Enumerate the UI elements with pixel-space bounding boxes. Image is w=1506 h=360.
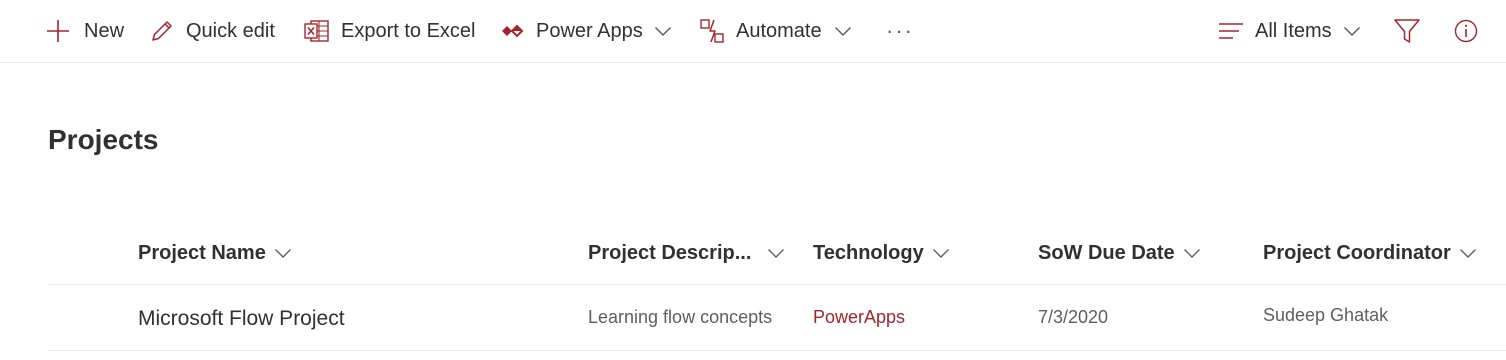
view-switcher[interactable]: All Items xyxy=(1218,0,1361,62)
power-apps-label: Power Apps xyxy=(536,19,643,42)
cell-sow-due-date: 7/3/2020 xyxy=(1038,306,1109,327)
export-to-excel-button[interactable]: Export to Excel xyxy=(304,0,476,62)
chevron-down-icon xyxy=(1183,247,1201,259)
page-title: Projects xyxy=(48,124,159,155)
column-header-label: Technology xyxy=(813,241,924,264)
column-header-label: Project Descrip... xyxy=(588,241,752,264)
quick-edit-button[interactable]: Quick edit xyxy=(150,0,275,62)
column-header-technology[interactable]: Technology xyxy=(813,232,950,274)
automate-icon xyxy=(700,19,724,43)
new-button[interactable]: New xyxy=(46,0,124,62)
automate-menu[interactable]: Automate xyxy=(700,0,852,62)
view-label: All Items xyxy=(1255,19,1332,42)
more-options-button[interactable]: ··· xyxy=(886,0,914,62)
power-apps-icon xyxy=(500,19,524,43)
quick-edit-label: Quick edit xyxy=(186,19,275,42)
column-header-label: Project Coordinator xyxy=(1263,241,1451,264)
column-header-label: Project Name xyxy=(138,241,266,264)
chevron-down-icon xyxy=(654,25,672,37)
column-header-sow-due-date[interactable]: SoW Due Date xyxy=(1038,232,1201,274)
column-header-project-description[interactable]: Project Descrip... xyxy=(588,232,785,274)
column-header-label: SoW Due Date xyxy=(1038,241,1175,264)
list-view-icon xyxy=(1218,21,1244,41)
export-to-excel-label: Export to Excel xyxy=(341,19,476,42)
header-divider xyxy=(48,284,1506,285)
column-header-project-name[interactable]: Project Name xyxy=(138,232,292,274)
row-divider xyxy=(48,350,1506,351)
cell-project-name[interactable]: Microsoft Flow Project xyxy=(138,302,345,336)
filter-icon xyxy=(1394,19,1420,43)
chevron-down-icon xyxy=(932,247,950,259)
power-apps-menu[interactable]: Power Apps xyxy=(500,0,672,62)
column-header-project-coordinator[interactable]: Project Coordinator xyxy=(1263,232,1477,274)
command-bar: New Quick edit Export to Excel Power App… xyxy=(0,0,1506,63)
plus-icon xyxy=(46,19,70,43)
chevron-down-icon xyxy=(767,247,785,259)
excel-icon xyxy=(304,19,330,43)
cell-technology: PowerApps xyxy=(813,306,906,327)
pencil-icon xyxy=(150,19,174,43)
more-options-icon: ··· xyxy=(886,18,914,43)
chevron-down-icon xyxy=(1459,247,1477,259)
chevron-down-icon xyxy=(834,25,852,37)
info-icon xyxy=(1454,19,1478,43)
cell-project-description: Learning flow concepts xyxy=(588,306,773,327)
chevron-down-icon xyxy=(1343,25,1361,37)
automate-label: Automate xyxy=(736,19,822,42)
cell-project-coordinator: Sudeep Ghatak xyxy=(1263,304,1389,325)
new-label: New xyxy=(84,19,125,42)
chevron-down-icon xyxy=(274,247,292,259)
info-button[interactable] xyxy=(1454,0,1478,62)
filter-button[interactable] xyxy=(1394,0,1420,62)
